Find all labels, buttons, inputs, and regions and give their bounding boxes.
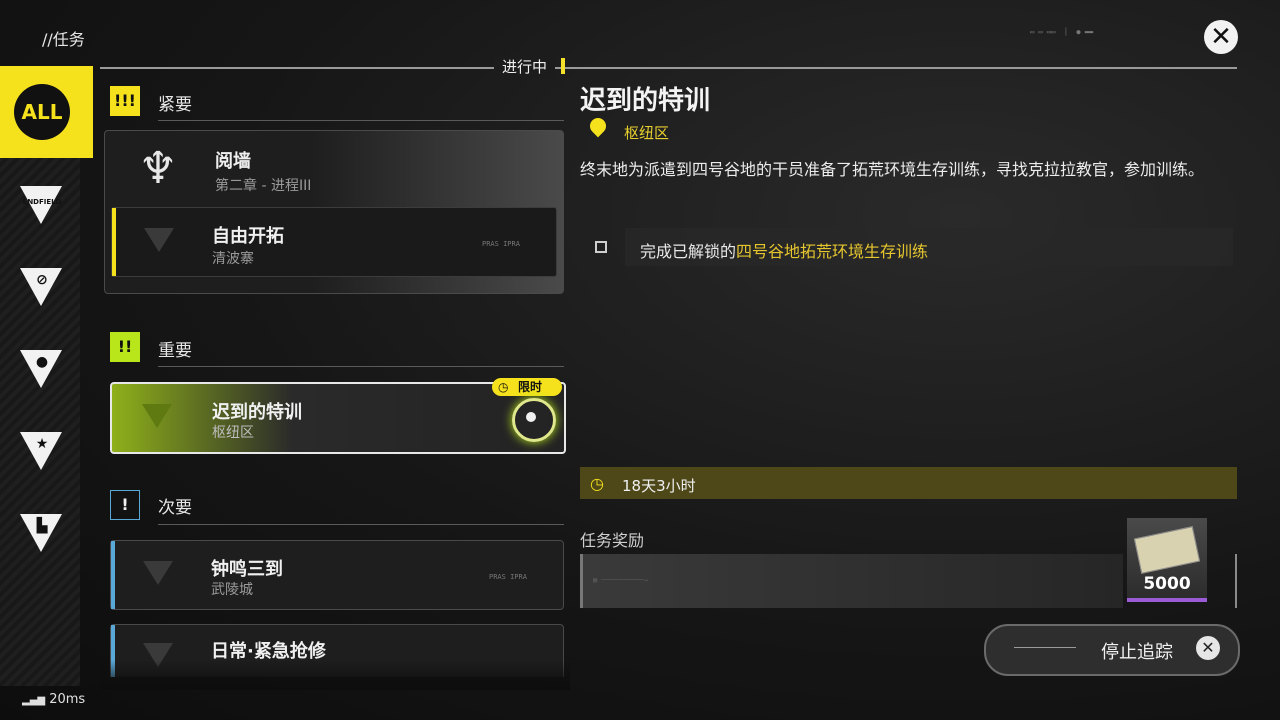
category-endfield-tab[interactable]: ENDFIELD xyxy=(20,186,64,230)
urgent-quest-group[interactable]: ♆ 阅墙 第二章 - 进程III 自由开拓 清波寨 PRAS IPRA xyxy=(104,130,564,294)
category-tab-2[interactable]: ⊘ xyxy=(20,268,64,312)
list-fade xyxy=(100,660,570,690)
castle-icon: ▙ xyxy=(36,518,48,534)
objective-text: 完成已解锁的四号谷地拓荒环境生存训练 xyxy=(640,238,928,262)
category-tab-3[interactable]: ● xyxy=(20,350,64,394)
minor-accent-bar xyxy=(111,541,115,609)
endfield-emblem-icon xyxy=(143,561,173,585)
limited-time-badge: ◷ 限时 xyxy=(492,378,562,396)
urgent-divider xyxy=(158,120,564,121)
limited-time-label: 限时 xyxy=(518,380,543,394)
important-divider xyxy=(158,366,564,367)
minor-divider xyxy=(158,524,564,525)
breadcrumb: //任务 xyxy=(42,30,85,49)
reward-strip: ▦ ──────────→ xyxy=(580,554,1123,608)
quest-subtitle: 清波寨 xyxy=(212,251,254,267)
quest-subtitle: 第二章 - 进程III xyxy=(215,178,312,194)
close-icon[interactable]: ✕ xyxy=(1204,20,1238,54)
objective-checkbox xyxy=(595,241,607,253)
signal-icon: ▂▄▆ xyxy=(22,695,46,706)
important-section-title: 重要 xyxy=(158,341,192,361)
banknote-icon xyxy=(1133,526,1201,574)
quest-card[interactable]: 钟鸣三到 武陵城 PRAS IPRA xyxy=(110,540,564,610)
swirl-icon: ⊘ xyxy=(36,272,48,288)
minor-section-title: 次要 xyxy=(158,498,192,518)
reward-strip-edge xyxy=(1235,554,1237,608)
endfield-label: ENDFIELD xyxy=(22,198,62,206)
quest-title: 阅墙 xyxy=(215,151,251,172)
category-all-label: ALL xyxy=(14,84,70,140)
category-tab-4[interactable]: ★ xyxy=(20,432,64,476)
close-icon: ✕ xyxy=(1196,636,1220,660)
clock-icon: ◷ xyxy=(590,474,604,493)
urgent-section-title: 紧要 xyxy=(158,95,192,115)
stop-tracking-line xyxy=(1014,647,1076,648)
quest-title: 自由开拓 xyxy=(212,226,284,247)
network-ping: ▂▄▆ 20ms xyxy=(22,692,85,707)
endfield-emblem-icon xyxy=(142,404,172,428)
in-progress-label: 进行中 xyxy=(494,56,556,78)
objective-highlight: 四号谷地拓荒环境生存训练 xyxy=(736,242,929,261)
quest-tag: PRAS IPRA xyxy=(482,240,520,248)
location-pin-icon xyxy=(586,114,610,138)
important-badge: !! xyxy=(110,332,140,362)
quest-location: 枢纽区 xyxy=(624,124,670,142)
minor-badge: ! xyxy=(110,490,140,520)
objective-prefix: 完成已解锁的 xyxy=(640,242,737,261)
reward-label: 任务奖励 xyxy=(580,531,645,550)
quest-title: 迟到的特训 xyxy=(212,402,302,423)
tracking-target-icon[interactable] xyxy=(512,398,556,442)
quest-subtitle: 武陵城 xyxy=(211,582,253,598)
clock-icon: ◷ xyxy=(498,380,509,394)
person-icon: ● xyxy=(35,354,49,370)
endfield-emblem-icon xyxy=(144,228,174,252)
reward-quantity: 5000 xyxy=(1143,574,1191,594)
urgent-badge: !!! xyxy=(110,86,140,116)
header-divider xyxy=(100,67,1237,69)
selected-quest-card[interactable]: 迟到的特训 枢纽区 ◷ 限时 xyxy=(110,378,566,454)
reward-strip-decoration: ▦ ──────────→ xyxy=(593,576,648,584)
quest-detail-title: 迟到的特训 xyxy=(580,86,711,116)
time-remaining: 18天3小时 xyxy=(622,477,696,495)
quest-subtitle: 枢纽区 xyxy=(212,425,254,441)
quest-tag: PRAS IPRA xyxy=(489,573,527,581)
urgent-accent-bar xyxy=(112,208,116,276)
in-progress-marker xyxy=(561,58,565,74)
quest-title: 钟鸣三到 xyxy=(211,559,283,580)
category-tab-5[interactable]: ▙ xyxy=(20,514,64,558)
ping-value: 20ms xyxy=(49,692,86,707)
chapter-emblem-icon: ♆ xyxy=(138,143,178,194)
quest-description: 终末地为派遣到四号谷地的干员准备了拓荒环境生存训练，寻找克拉拉教官，参加训练。 xyxy=(580,160,1205,179)
stop-tracking-label: 停止追踪 xyxy=(1101,642,1173,663)
header-decoration: ▭ ▭ ▭▭ │ ● ▬▬ xyxy=(1030,28,1094,36)
sub-quest-card[interactable]: 自由开拓 清波寨 PRAS IPRA xyxy=(111,207,557,277)
star-icon: ★ xyxy=(35,436,49,452)
